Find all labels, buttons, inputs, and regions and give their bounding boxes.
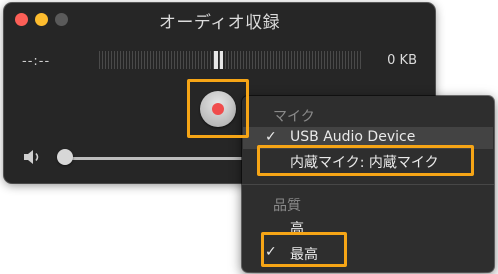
level-indicator [214, 51, 218, 69]
microphone-header: マイク [273, 109, 315, 125]
elapsed-time: --:-- [22, 54, 51, 69]
volume-slider-knob[interactable] [57, 149, 73, 165]
quality-header: 品質 [273, 198, 301, 214]
checkmark-icon: ✓ [265, 129, 277, 145]
highlight-box-built-in-mic [257, 145, 474, 176]
level-indicator [220, 51, 223, 69]
audio-level-meter [99, 51, 361, 69]
speaker-icon [24, 150, 39, 164]
highlight-box-record-button [187, 79, 249, 138]
menu-item-label: USB Audio Device [290, 129, 416, 145]
highlight-box-quality-maximum [261, 232, 347, 267]
window-title: オーディオ収録 [158, 13, 281, 33]
volume-slider-track[interactable] [64, 157, 264, 160]
menu-separator [242, 184, 494, 185]
file-size: 0 KB [387, 53, 417, 68]
